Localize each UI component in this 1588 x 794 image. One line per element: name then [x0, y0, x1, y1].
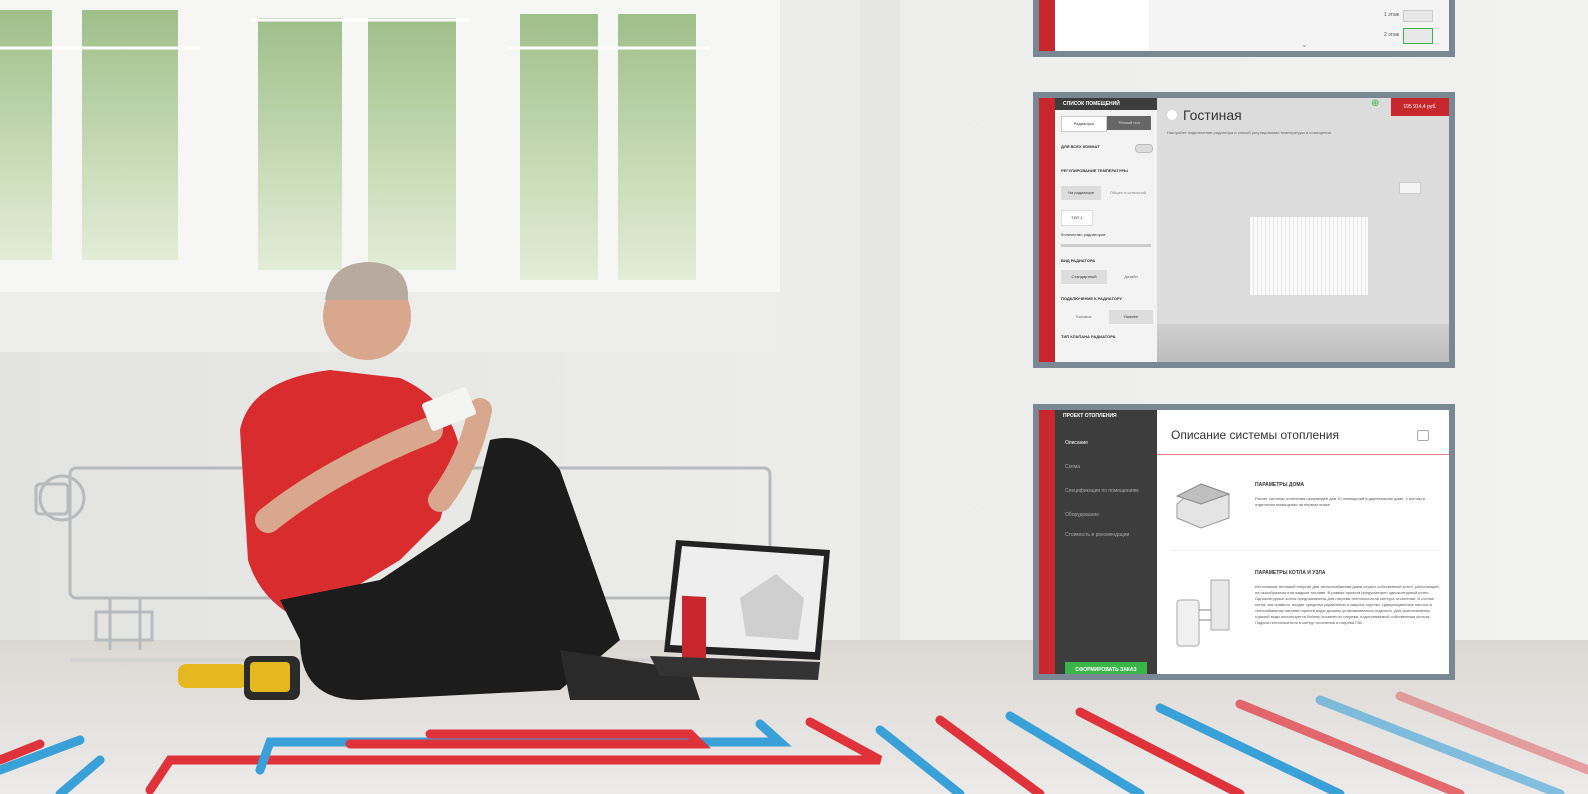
radiator-count-label: Количество радиаторов	[1061, 232, 1106, 237]
sidebar-item-description[interactable]: Описание	[1065, 440, 1088, 446]
app-sidebar-strip	[1039, 0, 1055, 51]
type-selector[interactable]: ТИП 1	[1061, 210, 1093, 226]
floor-label-2: 2 этаж	[1384, 32, 1399, 38]
room-view: Гостиная Настройте подключение радиатора…	[1157, 98, 1449, 362]
screenshot-room-config: СПИСОК ПОМЕЩЕНИЙ Радиаторы Тёплый пол ДЛ…	[1033, 92, 1455, 368]
description-content: Описание системы отопления ПАРАМЕТРЫ ДОМ…	[1157, 410, 1449, 674]
sidebar-item-equipment[interactable]: Оборудование	[1065, 512, 1099, 518]
order-button[interactable]: СФОРМИРОВАТЬ ЗАКАЗ	[1065, 662, 1147, 674]
all-rooms-label: ДЛЯ ВСЕХ КОМНАТ	[1061, 144, 1100, 149]
connection-option-side[interactable]: Боковое	[1061, 310, 1107, 324]
view-option-design[interactable]: Дизайн	[1109, 270, 1153, 284]
room-title: Гостиная	[1183, 107, 1242, 123]
price-badge[interactable]: 195 914,4 руб.	[1391, 98, 1449, 116]
app-sidebar-strip	[1039, 98, 1055, 362]
project-sidebar: ПРОЕКТ ОТОПЛЕНИЯ Описание Схема Специфик…	[1055, 410, 1157, 674]
sidebar-item-cost[interactable]: Стоимость и рекомендации	[1065, 532, 1129, 538]
boiler-icon	[1176, 579, 1230, 647]
title-divider	[1157, 454, 1449, 455]
radiator-view-label: ВИД РАДИАТОРА	[1061, 258, 1096, 263]
temp-control-label: РЕГУЛИРОВАНИЕ ТЕМПЕРАТУРЫ	[1061, 168, 1128, 173]
floor-thumbnail-1[interactable]	[1403, 10, 1433, 22]
valve-type-label: ТИП КЛАПАНА РАДИАТОРА	[1061, 334, 1116, 339]
view-option-standard[interactable]: Стандартный	[1061, 270, 1107, 284]
house-params-heading: ПАРАМЕТРЫ ДОМА	[1255, 482, 1305, 488]
chevron-down-icon[interactable]: ⌄	[1301, 40, 1308, 49]
connection-label: ПОДКЛЮЧЕНИЕ К РАДИАТОРУ	[1061, 296, 1123, 301]
temp-option-radiator[interactable]: На радиаторе	[1061, 186, 1101, 200]
floor-pipes-preview	[1157, 324, 1449, 362]
screenshot-heating-description: ПРОЕКТ ОТОПЛЕНИЯ Описание Схема Специфик…	[1033, 404, 1455, 680]
boiler-params-heading: ПАРАМЕТРЫ КОТЛА И УЗЛА	[1255, 570, 1326, 576]
sidebar-header: СПИСОК ПОМЕЩЕНИЙ	[1055, 98, 1157, 110]
house-icon	[1175, 483, 1231, 529]
app-sidebar-strip	[1039, 410, 1055, 674]
tab-floor-heating[interactable]: Тёплый пол	[1107, 116, 1151, 130]
connection-option-bottom[interactable]: Нижнее	[1109, 310, 1153, 324]
tab-radiators[interactable]: Радиаторы	[1061, 116, 1107, 132]
radiator-model	[1249, 216, 1369, 296]
house-params-text: Расчет системы отопления произведен для …	[1255, 496, 1425, 507]
temp-option-boiler-room[interactable]: Общее в котельной	[1103, 186, 1153, 200]
page-title: Описание системы отопления	[1171, 428, 1339, 442]
section-divider	[1171, 550, 1439, 551]
sidebar-header: ПРОЕКТ ОТОПЛЕНИЯ	[1055, 410, 1157, 422]
floor-thumbnail-2[interactable]	[1403, 28, 1433, 44]
radiator-count-slider[interactable]	[1061, 244, 1151, 247]
boiler-params-text: Источником тепловой энергии для теплосна…	[1255, 584, 1439, 625]
room-subtitle: Настройте подключение радиатора и способ…	[1167, 130, 1331, 135]
print-icon[interactable]	[1417, 430, 1429, 441]
cart-icon[interactable]: ⊕	[1371, 98, 1385, 112]
thermostat-icon	[1399, 182, 1421, 194]
screenshot-floor-plan: 1 этаж 2 этаж ⌄	[1033, 0, 1455, 57]
room-settings-sidebar: СПИСОК ПОМЕЩЕНИЙ Радиаторы Тёплый пол ДЛ…	[1055, 98, 1157, 362]
all-rooms-toggle[interactable]	[1135, 144, 1153, 153]
sidebar-item-scheme[interactable]: Схема	[1065, 464, 1080, 470]
back-icon[interactable]	[1167, 110, 1177, 120]
sidebar-item-specification[interactable]: Спецификация по помещениям	[1065, 488, 1139, 494]
floor-label-1: 1 этаж	[1384, 12, 1399, 18]
